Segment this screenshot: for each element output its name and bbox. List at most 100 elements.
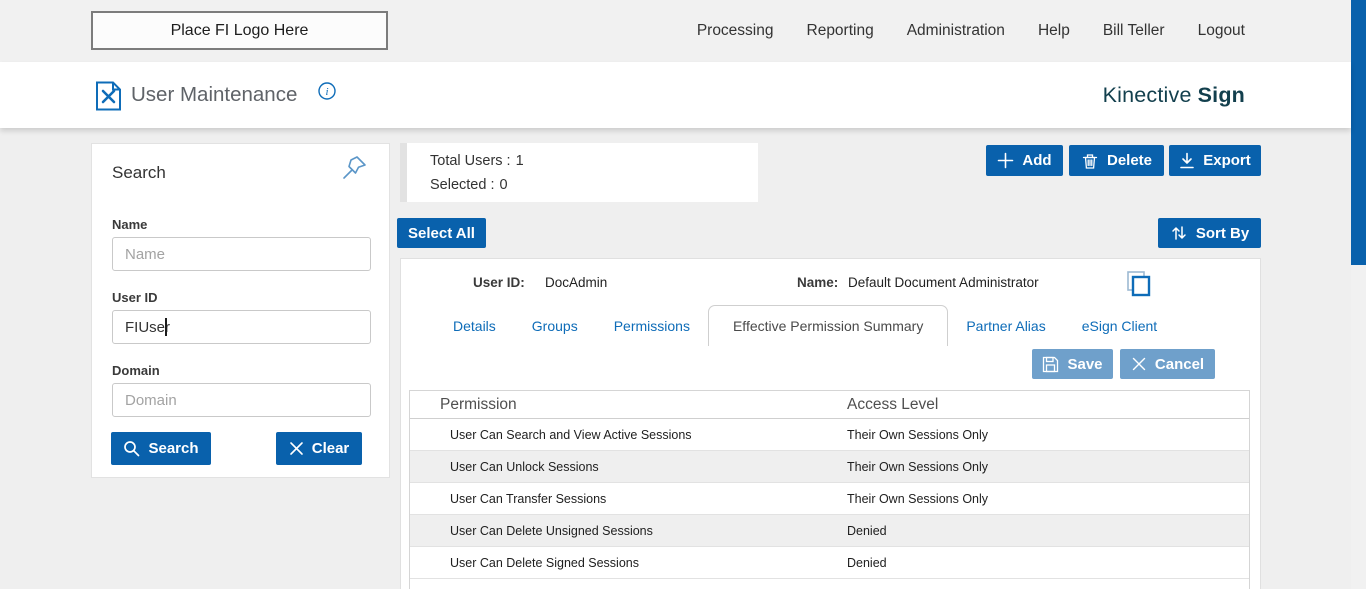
save-button-label: Save [1067,356,1102,373]
nav-item[interactable]: Reporting [807,22,874,40]
page-header: User Maintenance i Kinective Sign [0,62,1351,128]
fi-logo-text: Place FI Logo Here [171,22,309,40]
user-id-input[interactable] [112,310,371,344]
user-detail-card: User ID: DocAdmin Name: Default Document… [400,258,1261,589]
clear-button[interactable]: Clear [276,432,362,465]
access-level-column-header: Access Level [847,396,1249,414]
search-button-label: Search [148,440,198,457]
tab-label: Effective Permission Summary [733,318,923,334]
text-caret [165,318,167,336]
nav-item[interactable]: Administration [907,22,1005,40]
tab[interactable]: Permissions [596,305,708,346]
tab-label: Partner Alias [966,318,1045,334]
user-id-label: User ID [112,290,158,305]
domain-input[interactable] [112,383,371,417]
sort-by-button[interactable]: Sort By [1158,218,1261,248]
tab[interactable]: Details [435,305,514,346]
search-button[interactable]: Search [111,432,211,465]
svg-text:i: i [325,86,328,98]
permission-cell: User Can Transfer Sessions [410,492,847,506]
info-icon[interactable]: i [318,82,336,100]
tab[interactable]: eSign Client [1064,305,1176,346]
tab[interactable]: Partner Alias [948,305,1063,346]
download-icon [1179,152,1195,169]
tab-label: Details [453,318,496,334]
save-button[interactable]: Save [1032,349,1113,379]
search-panel-title: Search [112,163,166,183]
select-all-button[interactable]: Select All [397,218,486,248]
copy-icon[interactable] [1124,269,1154,301]
top-navigation: Processing Reporting Administration Help… [697,0,1245,62]
nav-item[interactable]: Processing [697,22,774,40]
permission-cell: User Can Unlock Sessions [410,460,847,474]
total-users-value: 1 [516,153,524,169]
cancel-button[interactable]: Cancel [1120,349,1215,379]
screen: Place FI Logo Here Processing Reporting … [0,0,1366,589]
table-row: User Can Delete Signed Sessions Denied [410,547,1249,579]
user-id-field-label: User ID: [473,275,525,290]
permission-column-header: Permission [410,396,847,414]
summary-left-strip [400,143,407,202]
cancel-button-label: Cancel [1155,356,1204,373]
select-all-button-label: Select All [408,225,475,242]
access-level-cell: Their Own Sessions Only [847,428,1249,442]
brand-logo: Kinective Sign [1103,62,1245,128]
trash-icon [1081,152,1099,170]
clear-x-icon [289,441,304,456]
pin-icon[interactable] [341,155,367,181]
search-panel: Search Name User ID Domain Search [91,143,390,478]
name-field-label: Name: [797,275,838,290]
export-button-label: Export [1203,152,1251,169]
vertical-scrollbar[interactable] [1351,0,1366,589]
total-users-label: Total Users : [430,153,511,169]
name-label: Name [112,217,147,232]
brand-second: Sign [1198,83,1245,108]
partial-row [410,579,1249,589]
access-level-cell: Their Own Sessions Only [847,492,1249,506]
delete-button-label: Delete [1107,152,1152,169]
permission-cell: User Can Search and View Active Sessions [410,428,847,442]
sort-by-button-label: Sort By [1196,225,1249,242]
access-level-cell: Denied [847,556,1249,570]
permissions-table-body: User Can Search and View Active Sessions… [410,419,1249,579]
access-level-cell: Their Own Sessions Only [847,460,1249,474]
domain-label: Domain [112,363,160,378]
user-detail-tabs: Details Groups Permissions Effective Per… [435,305,1175,346]
nav-item[interactable]: Bill Teller [1103,22,1165,40]
user-maintenance-icon [95,81,122,111]
table-row: User Can Delete Unsigned Sessions Denied [410,515,1249,547]
tab-label: Permissions [614,318,690,334]
table-row: User Can Unlock Sessions Their Own Sessi… [410,451,1249,483]
user-id-value: DocAdmin [545,275,607,290]
save-floppy-icon [1042,356,1059,373]
selected-label: Selected : [430,177,495,193]
user-name-value: Default Document Administrator [848,275,1039,290]
nav-item[interactable]: Help [1038,22,1070,40]
permission-cell: User Can Delete Unsigned Sessions [410,524,847,538]
export-button[interactable]: Export [1169,145,1261,176]
delete-button[interactable]: Delete [1069,145,1164,176]
selected-value: 0 [500,177,508,193]
scrollbar-thumb[interactable] [1351,0,1366,265]
search-icon [123,440,140,457]
tab-label: eSign Client [1082,318,1158,334]
tab-label: Groups [532,318,578,334]
nav-item[interactable]: Logout [1198,22,1245,40]
brand-first: Kinective [1103,83,1192,108]
permission-cell: User Can Delete Signed Sessions [410,556,847,570]
page-title: User Maintenance [131,62,297,128]
permissions-table-header: Permission Access Level [410,391,1249,419]
tab[interactable]: Groups [514,305,596,346]
tab[interactable]: Effective Permission Summary [708,305,948,346]
clear-button-label: Clear [312,440,350,457]
cancel-x-icon [1131,356,1147,372]
add-button-label: Add [1022,152,1051,169]
total-users-line: Total Users : 1 [430,153,524,169]
add-button[interactable]: Add [986,145,1063,176]
access-level-cell: Denied [847,524,1249,538]
name-input[interactable] [112,237,371,271]
sort-arrows-icon [1170,224,1188,242]
table-row: User Can Transfer Sessions Their Own Ses… [410,483,1249,515]
selected-line: Selected : 0 [430,177,508,193]
plus-icon [997,152,1014,169]
